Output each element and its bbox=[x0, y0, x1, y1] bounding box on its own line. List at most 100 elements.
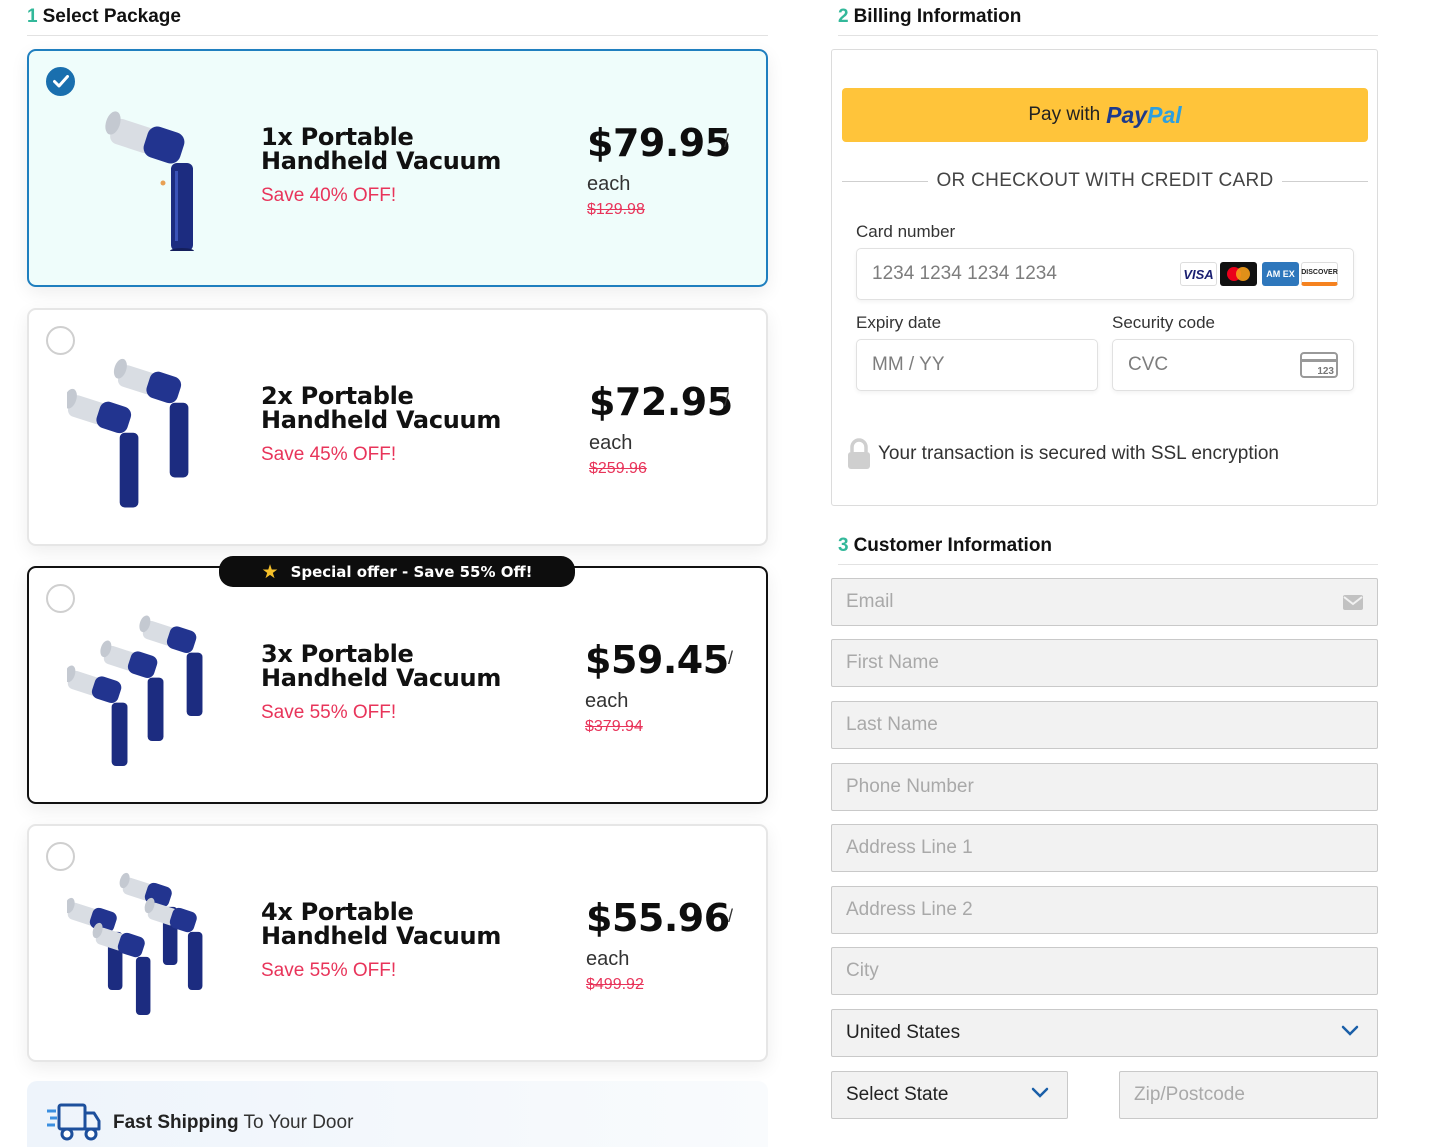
first-name-placeholder: First Name bbox=[846, 652, 939, 673]
zip-placeholder: Zip/Postcode bbox=[1134, 1084, 1245, 1105]
email-field[interactable]: Email bbox=[831, 578, 1378, 626]
price-slash: / bbox=[724, 390, 730, 410]
last-name-field[interactable]: Last Name bbox=[831, 701, 1378, 749]
section-header-billing: 2 Billing Information bbox=[838, 6, 1378, 36]
package-title: 1x Portable Handheld Vacuum bbox=[261, 123, 502, 175]
mastercard-icon bbox=[1220, 262, 1257, 286]
package-discount: Save 55% OFF! bbox=[261, 960, 397, 981]
package-title: 4x Portable Handheld Vacuum bbox=[261, 898, 502, 950]
package-title: 2x Portable Handheld Vacuum bbox=[261, 382, 502, 434]
package-option-1x[interactable]: 1x Portable Handheld Vacuum Save 40% OFF… bbox=[27, 49, 768, 287]
price-unit: each bbox=[585, 690, 629, 712]
shipping-text-bold: Fast Shipping bbox=[113, 1112, 239, 1133]
zip-field[interactable]: Zip/Postcode bbox=[1119, 1071, 1378, 1119]
package-option-2x[interactable]: 2x Portable Handheld Vacuum Save 45% OFF… bbox=[27, 308, 768, 546]
package-price: $55.96 bbox=[586, 896, 730, 940]
city-placeholder: City bbox=[846, 960, 879, 981]
chevron-down-icon bbox=[1341, 1025, 1359, 1036]
original-price: $129.98 bbox=[587, 201, 645, 218]
phone-field[interactable]: Phone Number bbox=[831, 763, 1378, 811]
expiry-label: Expiry date bbox=[856, 313, 942, 332]
first-name-field[interactable]: First Name bbox=[831, 639, 1378, 687]
country-select[interactable]: United States bbox=[831, 1009, 1378, 1057]
card-number-placeholder: 1234 1234 1234 1234 bbox=[872, 263, 1057, 284]
section-title: Billing Information bbox=[853, 6, 1022, 27]
package-price: $59.45 bbox=[585, 638, 729, 682]
ssl-text: Your transaction is secured with SSL enc… bbox=[878, 443, 1279, 464]
city-field[interactable]: City bbox=[831, 947, 1378, 995]
step-number: 2 bbox=[838, 6, 849, 27]
discover-icon-text: DISCOVER bbox=[1301, 269, 1338, 276]
section-header-package: 1 Select Package bbox=[27, 6, 768, 36]
amex-icon-text: AM EX bbox=[1266, 268, 1295, 279]
billing-panel: Pay with Pay Pal OR CHECKOUT WITH CREDIT … bbox=[831, 49, 1378, 506]
amex-icon: AM EX bbox=[1262, 262, 1299, 286]
vacuum-product-image bbox=[67, 615, 203, 766]
cvc-icon-text: 123 bbox=[1317, 366, 1334, 377]
package-price: $79.95 bbox=[587, 121, 731, 165]
package-discount: Save 40% OFF! bbox=[261, 185, 397, 206]
vacuum-product-image bbox=[105, 111, 194, 251]
visa-icon-text: VISA bbox=[1183, 266, 1214, 282]
security-code-label: Security code bbox=[1112, 313, 1215, 332]
paypal-button-prefix: Pay with bbox=[1028, 104, 1101, 125]
or-checkout-text: OR CHECKOUT WITH CREDIT CARD bbox=[936, 170, 1274, 191]
shipping-text: Fast Shipping To Your Door bbox=[113, 1112, 353, 1134]
country-value: United States bbox=[846, 1022, 961, 1043]
vacuum-product-image bbox=[67, 358, 189, 508]
package-option-4x[interactable]: 4x Portable Handheld Vacuum Save 55% OFF… bbox=[27, 824, 768, 1062]
visa-icon: VISA bbox=[1180, 262, 1217, 286]
card-number-label: Card number bbox=[856, 222, 956, 241]
expiry-input[interactable]: MM / YY bbox=[856, 339, 1098, 391]
address-line-2-field[interactable]: Address Line 2 bbox=[831, 886, 1378, 934]
package-title: 3x Portable Handheld Vacuum bbox=[261, 640, 502, 692]
expiry-placeholder: MM / YY bbox=[872, 354, 945, 375]
delivery-truck-icon bbox=[47, 1103, 101, 1141]
card-stripe bbox=[1302, 359, 1336, 362]
package-option-3x[interactable]: 3x Portable Handheld Vacuum Save 55% OFF… bbox=[27, 566, 768, 804]
address-line-1-placeholder: Address Line 1 bbox=[846, 837, 973, 858]
price-slash: / bbox=[724, 131, 730, 151]
package-price: $72.95 bbox=[589, 380, 733, 424]
price-slash: / bbox=[728, 648, 734, 668]
discover-icon: DISCOVER bbox=[1301, 262, 1338, 286]
last-name-placeholder: Last Name bbox=[846, 714, 938, 735]
card-number-input[interactable]: 1234 1234 1234 1234 VISA AM EX DISCOVER bbox=[856, 248, 1354, 300]
ssl-notice: Your transaction is secured with SSL enc… bbox=[846, 438, 1279, 470]
shipping-banner: Fast Shipping To Your Door bbox=[27, 1081, 768, 1147]
security-code-input[interactable]: CVC 123 bbox=[1112, 339, 1354, 391]
state-value: Select State bbox=[846, 1084, 949, 1105]
or-divider: OR CHECKOUT WITH CREDIT CARD bbox=[842, 170, 1368, 194]
vacuum-product-image bbox=[67, 872, 203, 1015]
original-price: $259.96 bbox=[589, 460, 647, 477]
step-number: 3 bbox=[838, 535, 849, 556]
section-title: Select Package bbox=[42, 6, 181, 27]
envelope-icon bbox=[1343, 595, 1363, 610]
step-number: 1 bbox=[27, 6, 38, 27]
star-icon: ★ bbox=[261, 560, 279, 583]
section-header-customer: 3 Customer Information bbox=[838, 535, 1378, 565]
paypal-button[interactable]: Pay with Pay Pal bbox=[842, 88, 1368, 142]
section-title: Customer Information bbox=[853, 535, 1053, 556]
paypal-logo-pay: Pay bbox=[1106, 101, 1148, 128]
special-offer-text: Special offer - Save 55% Off! bbox=[290, 562, 533, 581]
phone-placeholder: Phone Number bbox=[846, 776, 974, 797]
email-placeholder: Email bbox=[846, 591, 894, 612]
original-price: $379.94 bbox=[585, 718, 643, 735]
chevron-down-icon bbox=[1031, 1087, 1049, 1098]
cvc-card-icon: 123 bbox=[1300, 352, 1338, 378]
state-select[interactable]: Select State bbox=[831, 1071, 1068, 1119]
address-line-2-placeholder: Address Line 2 bbox=[846, 899, 973, 920]
paypal-logo-pal: Pal bbox=[1147, 101, 1182, 128]
shipping-text-rest: To Your Door bbox=[238, 1112, 354, 1133]
price-slash: / bbox=[728, 906, 734, 926]
original-price: $499.92 bbox=[586, 976, 644, 993]
special-offer-badge: ★ Special offer - Save 55% Off! bbox=[219, 556, 575, 587]
package-discount: Save 45% OFF! bbox=[261, 444, 397, 465]
address-line-1-field[interactable]: Address Line 1 bbox=[831, 824, 1378, 872]
cvc-placeholder: CVC bbox=[1128, 354, 1169, 375]
price-unit: each bbox=[586, 948, 630, 970]
price-unit: each bbox=[589, 432, 633, 454]
package-discount: Save 55% OFF! bbox=[261, 702, 397, 723]
price-unit: each bbox=[587, 173, 631, 195]
